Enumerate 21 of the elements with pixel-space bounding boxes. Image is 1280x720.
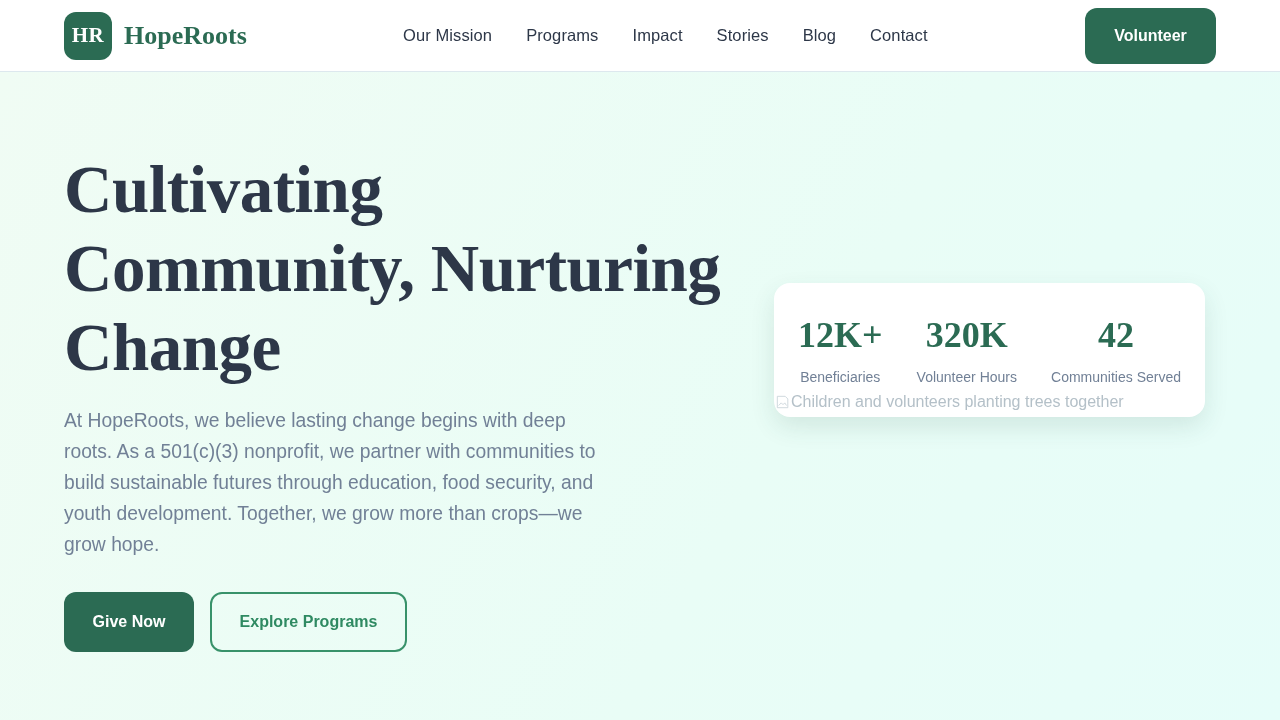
logo-monogram[interactable]: HR xyxy=(64,11,112,60)
nav-link[interactable]: Impact xyxy=(632,26,683,45)
stat-value: 42 xyxy=(1098,314,1134,357)
nav-link[interactable]: Blog xyxy=(802,26,837,45)
stat-label: Communities Served xyxy=(1051,369,1181,385)
give-button[interactable]: Give Now xyxy=(64,592,194,652)
broken-image-icon xyxy=(776,395,790,409)
explore-button[interactable]: Explore Programs xyxy=(210,592,407,652)
stat-value: 12K+ xyxy=(798,314,883,357)
nav-link[interactable]: Our Mission xyxy=(403,26,493,45)
hero-headline: Cultivating Community, Nurturing Change xyxy=(64,151,722,386)
volunteer-button[interactable]: Volunteer xyxy=(1085,7,1216,64)
image-alt-text: Children and volunteers planting trees together xyxy=(791,393,1124,411)
hero-description: At HopeRoots, we believe lasting change begins with deep roots. As a 501(c)(3) nonprofit, we partner with communities to build sustainable futures through education, food security, and youth development. Together, we grow more than crops—we grow hope. xyxy=(64,409,597,557)
nav-link[interactable]: Programs xyxy=(526,26,599,45)
stat-value: 320K xyxy=(925,314,1008,357)
nav-link[interactable]: Contact xyxy=(870,26,928,45)
stat-label: Volunteer Hours xyxy=(916,369,1017,385)
brand-name[interactable]: HopeRoots xyxy=(124,20,247,51)
stat-label: Beneficiaries xyxy=(800,369,881,385)
nav-link[interactable]: Stories xyxy=(716,26,769,45)
